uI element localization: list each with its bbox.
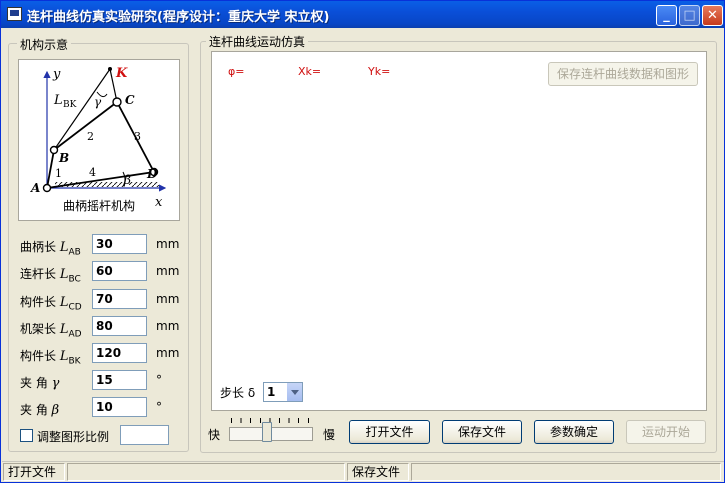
mechanism-diagram: A B C D K y x L BK γ β 1 2 3 4 曲柄摇杆机构	[18, 59, 180, 221]
param-label-text: 夹 角	[20, 403, 52, 417]
start-motion-button[interactable]: 运动开始	[626, 420, 706, 444]
label-link-1: 1	[55, 167, 62, 180]
ground-hatch-right	[129, 182, 159, 187]
joint-c	[112, 97, 122, 107]
label-link-3: 3	[134, 130, 141, 143]
status-cell-2	[67, 463, 345, 481]
param-symbol-subscript: CD	[68, 302, 82, 313]
close-icon: ✕	[707, 8, 718, 23]
main-window: 连杆曲线仿真实验研究(程序设计：重庆大学 宋立权) _ □ ✕ 机构示意 A B…	[0, 0, 725, 483]
status-cell-save: 保存文件	[347, 463, 409, 481]
param-label-text: 构件长	[20, 349, 60, 363]
param-label-text: 连杆长	[20, 267, 60, 281]
param-input-3[interactable]: 70	[92, 289, 147, 309]
step-select[interactable]: 1	[263, 382, 303, 402]
label-lbk: L	[53, 93, 63, 108]
label-gamma: γ	[94, 95, 102, 109]
param-label-5: 构件长 LBK	[20, 347, 81, 366]
param-input-2[interactable]: 60	[92, 261, 147, 281]
param-symbol: γ	[51, 376, 60, 391]
step-label: 步长 δ	[220, 386, 256, 400]
minimize-button[interactable]: _	[656, 5, 677, 26]
param-input-7[interactable]: 10	[92, 397, 147, 417]
step-select-value: 1	[267, 385, 276, 399]
param-label-3: 构件长 LCD	[20, 293, 82, 312]
label-d: D	[146, 167, 158, 181]
phi-readout: φ=	[228, 65, 245, 78]
close-button[interactable]: ✕	[702, 5, 723, 26]
status-cell-open: 打开文件	[3, 463, 65, 481]
label-link-2: 2	[87, 130, 94, 143]
yk-readout: Yk=	[368, 65, 391, 78]
param-symbol-subscript: AD	[68, 329, 82, 340]
point-k	[108, 67, 112, 71]
simulation-canvas[interactable]: φ= Xk= Yk=	[211, 51, 707, 411]
xk-readout: Xk=	[298, 65, 322, 78]
param-input-1[interactable]: 30	[92, 234, 147, 254]
status-bar: 打开文件 保存文件	[2, 461, 724, 482]
maximize-icon: □	[683, 8, 696, 23]
param-unit: °	[156, 373, 162, 387]
mechanism-group-title: 机构示意	[17, 36, 72, 53]
label-b: B	[58, 151, 69, 165]
param-unit: mm	[156, 237, 180, 251]
title-bar[interactable]: 连杆曲线仿真实验研究(程序设计：重庆大学 宋立权) _ □ ✕	[1, 1, 724, 28]
maximize-button[interactable]: □	[679, 5, 700, 26]
scale-ratio-input[interactable]	[120, 425, 169, 445]
label-lbk-sub: BK	[63, 100, 77, 110]
param-label-1: 曲柄长 LAB	[20, 238, 81, 257]
param-label-7: 夹 角 β	[20, 401, 59, 420]
speed-slow-label: 慢	[323, 428, 336, 442]
save-file-button[interactable]: 保存文件	[442, 420, 522, 444]
param-symbol: β	[51, 403, 60, 418]
param-unit: mm	[156, 292, 180, 306]
joint-b	[49, 145, 59, 155]
status-cell-4	[411, 463, 721, 481]
param-unit: °	[156, 400, 162, 414]
param-input-5[interactable]: 120	[92, 343, 147, 363]
param-label-6: 夹 角 γ	[20, 374, 59, 393]
joint-a	[42, 183, 52, 193]
open-file-button[interactable]: 打开文件	[349, 420, 430, 444]
param-input-6[interactable]: 15	[92, 370, 147, 390]
param-unit: mm	[156, 319, 180, 333]
param-label-text: 曲柄长	[20, 240, 60, 254]
label-c: C	[125, 93, 135, 107]
simulation-group-title: 连杆曲线运动仿真	[206, 33, 309, 50]
param-label-text: 构件长	[20, 295, 60, 309]
param-label-text: 夹 角	[20, 376, 52, 390]
label-link-4: 4	[89, 166, 96, 179]
param-symbol-subscript: BC	[68, 274, 81, 285]
label-a: A	[30, 181, 40, 195]
scale-checkbox-label: 调整图形比例	[37, 430, 110, 444]
confirm-params-button[interactable]: 参数确定	[534, 420, 614, 444]
param-unit: mm	[156, 346, 180, 360]
scale-checkbox[interactable]	[20, 429, 33, 442]
app-icon[interactable]	[7, 7, 22, 21]
param-label-4: 机架长 LAD	[20, 320, 82, 339]
label-x-axis: x	[155, 195, 163, 210]
chevron-down-icon[interactable]	[286, 383, 302, 401]
param-unit: mm	[156, 264, 180, 278]
minimize-icon: _	[663, 8, 670, 23]
label-y-axis: y	[52, 67, 61, 82]
link-1	[46, 149, 55, 189]
param-label-text: 机架长	[20, 322, 60, 336]
save-curve-data-button[interactable]: 保存连杆曲线数据和图形	[548, 62, 698, 86]
diagram-caption: 曲柄摇杆机构	[63, 198, 135, 213]
param-input-4[interactable]: 80	[92, 316, 147, 336]
param-label-2: 连杆长 LBC	[20, 265, 81, 284]
param-symbol-subscript: AB	[68, 247, 81, 258]
speed-fast-label: 快	[208, 428, 221, 442]
param-symbol-subscript: BK	[68, 356, 81, 367]
speed-slider-thumb[interactable]	[262, 422, 273, 442]
label-k: K	[115, 66, 128, 81]
mechanism-diagram-svg: A B C D K y x L BK γ β 1 2 3 4 曲柄摇杆机构	[30, 66, 167, 213]
window-title: 连杆曲线仿真实验研究(程序设计：重庆大学 宋立权)	[27, 10, 330, 25]
label-beta: β	[123, 173, 131, 187]
